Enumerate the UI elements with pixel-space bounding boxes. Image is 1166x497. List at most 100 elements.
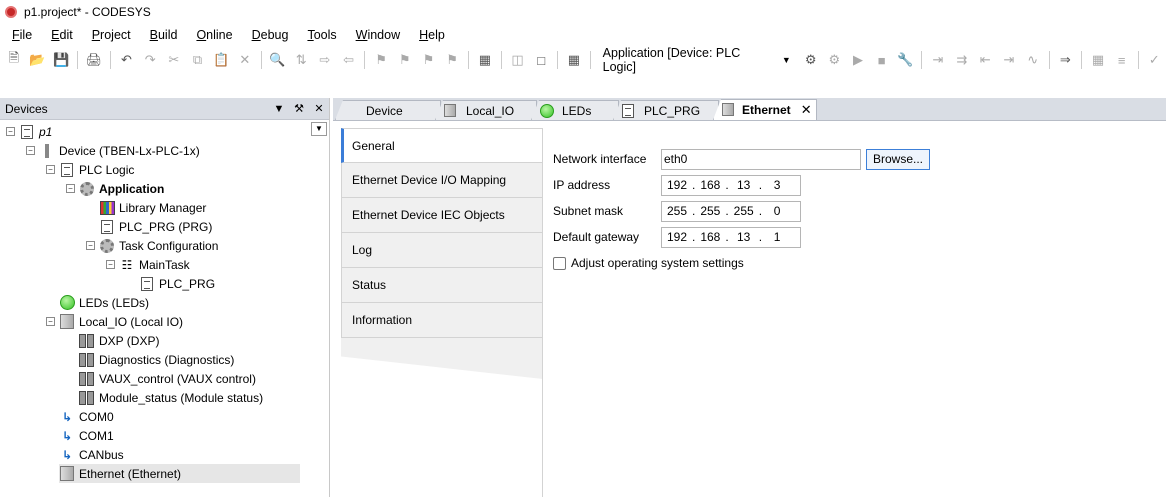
tree-item-ethernet[interactable]: Ethernet (Ethernet) xyxy=(59,464,300,483)
open-project-icon[interactable]: 📂 xyxy=(28,50,48,70)
tree-item-canbus[interactable]: ↳ CANbus xyxy=(59,445,124,464)
reset-icon[interactable]: 🔧 xyxy=(896,50,916,70)
cut-icon[interactable]: ✂ xyxy=(164,50,184,70)
collapse-icon[interactable]: − xyxy=(46,165,55,174)
tree-item-maintask[interactable]: − ☷ MainTask xyxy=(106,255,190,274)
check-icon[interactable]: ✓ xyxy=(1144,50,1164,70)
delete-icon[interactable]: ✕ xyxy=(235,50,255,70)
insert-object-icon[interactable]: ◫ xyxy=(508,50,528,70)
codesys-logo-icon xyxy=(5,6,17,18)
browse-button[interactable]: Browse... xyxy=(866,148,931,170)
project-icon xyxy=(19,124,35,140)
tree-item-project[interactable]: − p1 xyxy=(6,122,52,141)
bookmark-icon[interactable]: ⚑ xyxy=(371,50,391,70)
menu-window[interactable]: Window xyxy=(344,28,407,42)
find-previous-icon[interactable]: ⇦ xyxy=(339,50,359,70)
subtab-io-mapping[interactable]: Ethernet Device I/O Mapping xyxy=(341,163,543,198)
start-icon[interactable]: ▶ xyxy=(848,50,868,70)
tree-item-application[interactable]: − Application xyxy=(66,179,164,198)
step-into-icon[interactable]: ⇤ xyxy=(976,50,996,70)
unforce-icon[interactable]: ≡ xyxy=(1112,50,1132,70)
menu-project[interactable]: Project xyxy=(80,28,138,42)
menu-file[interactable]: File xyxy=(0,28,39,42)
clean-icon[interactable]: ▦ xyxy=(564,50,584,70)
build-icon[interactable]: ▦ xyxy=(475,50,495,70)
subtab-iec-objects[interactable]: Ethernet Device IEC Objects xyxy=(341,198,543,233)
tree-item-com1[interactable]: ↳ COM1 xyxy=(59,426,114,445)
task-icon: ☷ xyxy=(121,257,133,272)
logout-icon[interactable]: ⚙ xyxy=(824,50,844,70)
subtab-log[interactable]: Log xyxy=(341,233,543,268)
bookmark-clear-icon[interactable]: ⚑ xyxy=(442,50,462,70)
force-values-icon[interactable]: ▦ xyxy=(1088,50,1108,70)
tree-item-plc-logic[interactable]: − PLC Logic xyxy=(46,160,134,179)
tab-leds[interactable]: LEDs xyxy=(531,100,619,120)
close-tab-icon[interactable]: ✕ xyxy=(801,102,812,118)
add-object-icon[interactable]: □ xyxy=(531,50,551,70)
menu-online[interactable]: Online xyxy=(184,28,239,42)
find-replace-icon[interactable]: ⇅ xyxy=(291,50,311,70)
step-over-icon[interactable]: ⇉ xyxy=(952,50,972,70)
collapse-icon[interactable]: − xyxy=(66,184,75,193)
canbus-icon: ↳ xyxy=(61,447,73,462)
tree-item-library-manager[interactable]: Library Manager xyxy=(99,198,206,217)
new-project-icon[interactable]: 🗎 xyxy=(4,50,24,70)
device-tree: ▼ − p1 − Device (TBEN-Lx-PLC-1x) − PLC L… xyxy=(0,120,329,496)
tree-item-task-call-plc-prg[interactable]: PLC_PRG xyxy=(139,274,215,293)
collapse-icon[interactable]: − xyxy=(26,146,35,155)
write-values-icon[interactable]: ⇒ xyxy=(1056,50,1076,70)
tab-local-io[interactable]: Local_IO xyxy=(435,100,537,120)
tree-dropdown-chevron-icon[interactable]: ▼ xyxy=(311,122,327,136)
tab-device[interactable]: Device xyxy=(335,100,441,120)
print-icon[interactable]: 🖨 xyxy=(84,50,104,70)
network-interface-field[interactable]: eth0 xyxy=(661,148,861,170)
collapse-icon[interactable]: − xyxy=(6,127,15,136)
bookmark-previous-icon[interactable]: ⚑ xyxy=(419,50,439,70)
collapse-icon[interactable]: − xyxy=(46,317,55,326)
pin-icon[interactable]: ⚒ xyxy=(289,102,309,115)
tree-item-vaux-control[interactable]: VAUX_control (VAUX control) xyxy=(79,369,256,388)
breakpoint-icon[interactable]: ⇥ xyxy=(928,50,948,70)
subtab-status[interactable]: Status xyxy=(341,268,543,303)
tree-item-com0[interactable]: ↳ COM0 xyxy=(59,407,114,426)
tree-item-local-io[interactable]: − Local_IO (Local IO) xyxy=(46,312,183,331)
save-icon[interactable]: 💾 xyxy=(51,50,71,70)
menu-debug[interactable]: Debug xyxy=(240,28,296,42)
tree-item-leds[interactable]: LEDs (LEDs) xyxy=(59,293,149,312)
collapse-icon[interactable]: − xyxy=(106,260,115,269)
login-icon[interactable]: ⚙ xyxy=(801,50,821,70)
undo-icon[interactable]: ↶ xyxy=(117,50,137,70)
active-application-select[interactable]: Application [Device: PLC Logic] ▼ xyxy=(599,46,795,74)
default-gateway-field[interactable]: 192. 168. 13. 1 xyxy=(661,226,801,248)
find-next-icon[interactable]: ⇨ xyxy=(315,50,335,70)
menu-edit[interactable]: Edit xyxy=(39,28,80,42)
copy-icon[interactable]: ⧉ xyxy=(188,50,208,70)
tree-item-device[interactable]: − Device (TBEN-Lx-PLC-1x) xyxy=(26,141,200,160)
tab-ethernet[interactable]: Ethernet ✕ xyxy=(713,99,817,120)
tree-item-module-status[interactable]: Module_status (Module status) xyxy=(79,388,263,407)
adjust-os-checkbox[interactable] xyxy=(553,256,566,270)
network-interface-label: Network interface xyxy=(553,152,647,166)
subtab-general[interactable]: General xyxy=(341,128,543,163)
collapse-icon[interactable]: − xyxy=(86,241,95,250)
close-icon[interactable]: ✕ xyxy=(309,102,329,115)
redo-icon[interactable]: ↷ xyxy=(140,50,160,70)
stop-icon[interactable]: ■ xyxy=(872,50,892,70)
panel-menu-chevron-icon[interactable]: ▼ xyxy=(269,103,289,115)
step-out-icon[interactable]: ⇥ xyxy=(999,50,1019,70)
menu-build[interactable]: Build xyxy=(138,28,185,42)
tree-item-plc-prg[interactable]: PLC_PRG (PRG) xyxy=(99,217,212,236)
run-to-cursor-icon[interactable]: ∿ xyxy=(1023,50,1043,70)
bookmark-next-icon[interactable]: ⚑ xyxy=(395,50,415,70)
subtab-information[interactable]: Information xyxy=(341,303,543,338)
subnet-mask-field[interactable]: 255. 255. 255. 0 xyxy=(661,200,801,222)
tree-item-task-configuration[interactable]: − Task Configuration xyxy=(86,236,218,255)
tree-item-dxp[interactable]: DXP (DXP) xyxy=(79,331,159,350)
menu-help[interactable]: Help xyxy=(407,28,452,42)
tab-plc-prg[interactable]: PLC_PRG xyxy=(613,100,719,120)
tree-item-diagnostics[interactable]: Diagnostics (Diagnostics) xyxy=(79,350,234,369)
menu-tools[interactable]: Tools xyxy=(295,28,343,42)
paste-icon[interactable]: 📋 xyxy=(211,50,231,70)
ip-address-field[interactable]: 192. 168. 13. 3 xyxy=(661,174,801,196)
find-icon[interactable]: 🔍 xyxy=(268,50,288,70)
